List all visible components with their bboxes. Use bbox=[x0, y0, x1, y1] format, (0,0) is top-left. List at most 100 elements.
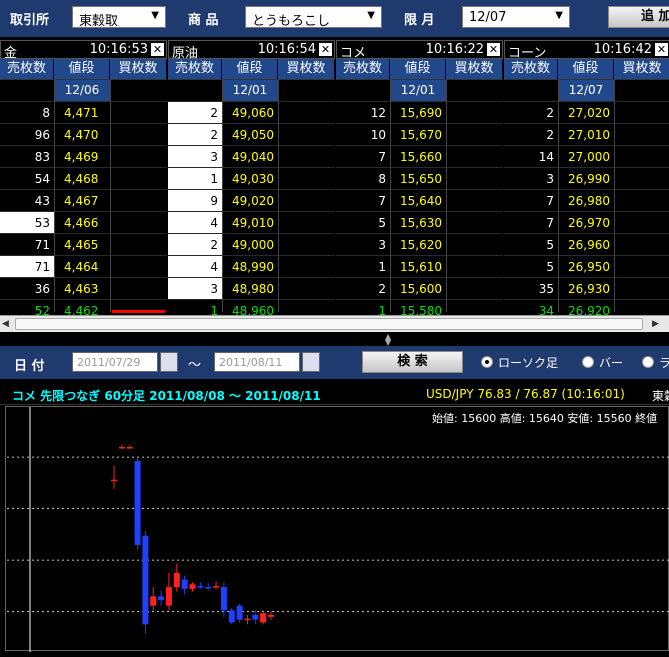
buy-qty[interactable] bbox=[110, 234, 167, 256]
sell-qty[interactable]: 5 bbox=[336, 212, 390, 234]
buy-qty[interactable] bbox=[614, 256, 669, 278]
price[interactable]: 4,470 bbox=[54, 124, 110, 146]
sell-qty[interactable]: 96 bbox=[0, 124, 54, 146]
price[interactable]: 4,465 bbox=[54, 234, 110, 256]
buy-qty[interactable] bbox=[110, 190, 167, 212]
price[interactable]: 26,970 bbox=[558, 212, 614, 234]
price[interactable]: 15,600 bbox=[390, 278, 446, 300]
table-row[interactable]: 1 15,610 bbox=[336, 255, 503, 277]
sell-qty[interactable]: 9 bbox=[168, 190, 222, 212]
buy-qty[interactable] bbox=[278, 168, 335, 190]
buy-qty[interactable] bbox=[446, 146, 503, 168]
buy-qty[interactable] bbox=[278, 102, 335, 124]
sell-qty[interactable]: 7 bbox=[336, 146, 390, 168]
sell-qty[interactable]: 1 bbox=[336, 256, 390, 278]
sell-qty[interactable]: 3 bbox=[168, 278, 222, 300]
buy-qty[interactable] bbox=[614, 190, 669, 212]
buy-qty[interactable] bbox=[446, 234, 503, 256]
table-row[interactable]: 14 27,000 bbox=[504, 145, 669, 167]
sell-qty[interactable]: 2 bbox=[168, 124, 222, 146]
month-select[interactable]: 12/07 ▼ bbox=[462, 6, 570, 28]
buy-qty[interactable] bbox=[278, 256, 335, 278]
sell-qty[interactable]: 7 bbox=[504, 190, 558, 212]
price[interactable]: 48,980 bbox=[222, 278, 278, 300]
table-row[interactable]: 3 26,990 bbox=[504, 167, 669, 189]
table-row[interactable]: 71 4,464 bbox=[0, 255, 167, 278]
price[interactable]: 15,650 bbox=[390, 168, 446, 190]
candlestick-chart[interactable]: 始値: 15600 高値: 15640 安値: 15560 終値 bbox=[5, 406, 669, 652]
splitter-handle-icon[interactable]: ▲ ▼ bbox=[385, 333, 391, 347]
price[interactable]: 26,950 bbox=[558, 256, 614, 278]
table-row[interactable]: 83 4,469 bbox=[0, 145, 167, 167]
price[interactable]: 4,471 bbox=[54, 102, 110, 124]
table-row[interactable]: 2 15,600 bbox=[336, 277, 503, 299]
buy-qty[interactable] bbox=[278, 234, 335, 256]
price[interactable]: 49,060 bbox=[222, 102, 278, 124]
price[interactable]: 15,620 bbox=[390, 234, 446, 256]
buy-qty[interactable] bbox=[278, 190, 335, 212]
table-row[interactable]: 5 26,950 bbox=[504, 255, 669, 277]
buy-qty[interactable] bbox=[110, 278, 167, 300]
candle-radio[interactable] bbox=[481, 356, 493, 368]
buy-qty[interactable] bbox=[110, 124, 167, 146]
table-row[interactable]: 9 49,020 bbox=[168, 189, 335, 212]
price[interactable]: 27,010 bbox=[558, 124, 614, 146]
close-icon[interactable]: ✕ bbox=[487, 43, 500, 56]
table-row[interactable]: 43 4,467 bbox=[0, 189, 167, 211]
sell-qty[interactable]: 53 bbox=[0, 212, 54, 234]
price[interactable]: 27,000 bbox=[558, 146, 614, 168]
price[interactable]: 15,690 bbox=[390, 102, 446, 124]
exchange-select[interactable]: 東穀取 ▼ bbox=[72, 6, 166, 29]
buy-qty[interactable] bbox=[614, 234, 669, 256]
buy-qty[interactable] bbox=[110, 102, 167, 124]
price[interactable]: 15,660 bbox=[390, 146, 446, 168]
table-row[interactable]: 5 26,960 bbox=[504, 233, 669, 255]
buy-qty[interactable] bbox=[278, 212, 335, 234]
table-row[interactable]: 2 27,020 bbox=[504, 101, 669, 123]
close-icon[interactable]: ✕ bbox=[655, 43, 668, 56]
sell-qty[interactable]: 36 bbox=[0, 278, 54, 300]
price[interactable]: 15,630 bbox=[390, 212, 446, 234]
search-button[interactable]: 検 索 bbox=[362, 351, 463, 373]
buy-qty[interactable] bbox=[446, 278, 503, 300]
price[interactable]: 27,020 bbox=[558, 102, 614, 124]
line-radio[interactable] bbox=[642, 356, 654, 368]
table-row[interactable]: 8 4,471 bbox=[0, 101, 167, 123]
price[interactable]: 49,020 bbox=[222, 190, 278, 212]
sell-qty[interactable]: 3 bbox=[168, 146, 222, 168]
buy-qty[interactable] bbox=[278, 278, 335, 300]
table-row[interactable]: 3 15,620 bbox=[336, 233, 503, 255]
price[interactable]: 26,990 bbox=[558, 168, 614, 190]
bar-option-label[interactable]: バー bbox=[599, 354, 623, 371]
sell-qty[interactable]: 2 bbox=[504, 124, 558, 146]
price[interactable]: 49,040 bbox=[222, 146, 278, 168]
table-row[interactable]: 3 49,040 bbox=[168, 145, 335, 168]
sell-qty[interactable]: 1 bbox=[168, 168, 222, 190]
add-button[interactable]: 追 加 bbox=[608, 6, 669, 28]
bar-radio[interactable] bbox=[582, 356, 594, 368]
buy-qty[interactable] bbox=[278, 146, 335, 168]
sell-qty[interactable]: 2 bbox=[504, 102, 558, 124]
table-row[interactable]: 4 48,990 bbox=[168, 255, 335, 278]
table-row[interactable]: 2 49,000 bbox=[168, 233, 335, 256]
table-row[interactable]: 7 15,640 bbox=[336, 189, 503, 211]
table-row[interactable]: 2 49,060 bbox=[168, 101, 335, 124]
buy-qty[interactable] bbox=[110, 256, 167, 278]
table-row[interactable]: 7 26,970 bbox=[504, 211, 669, 233]
horizontal-scrollbar[interactable]: ◀ ▶ bbox=[0, 315, 669, 332]
buy-qty[interactable] bbox=[614, 168, 669, 190]
price[interactable]: 49,000 bbox=[222, 234, 278, 256]
buy-qty[interactable] bbox=[446, 190, 503, 212]
price[interactable]: 4,466 bbox=[54, 212, 110, 234]
sell-qty[interactable]: 3 bbox=[336, 234, 390, 256]
sell-qty[interactable]: 8 bbox=[336, 168, 390, 190]
calendar-icon[interactable] bbox=[160, 352, 178, 372]
buy-qty[interactable] bbox=[110, 168, 167, 190]
price[interactable]: 26,980 bbox=[558, 190, 614, 212]
table-row[interactable]: 4 49,010 bbox=[168, 211, 335, 234]
sell-qty[interactable]: 83 bbox=[0, 146, 54, 168]
price[interactable]: 49,010 bbox=[222, 212, 278, 234]
sell-qty[interactable]: 2 bbox=[168, 234, 222, 256]
buy-qty[interactable] bbox=[446, 124, 503, 146]
price[interactable]: 4,468 bbox=[54, 168, 110, 190]
